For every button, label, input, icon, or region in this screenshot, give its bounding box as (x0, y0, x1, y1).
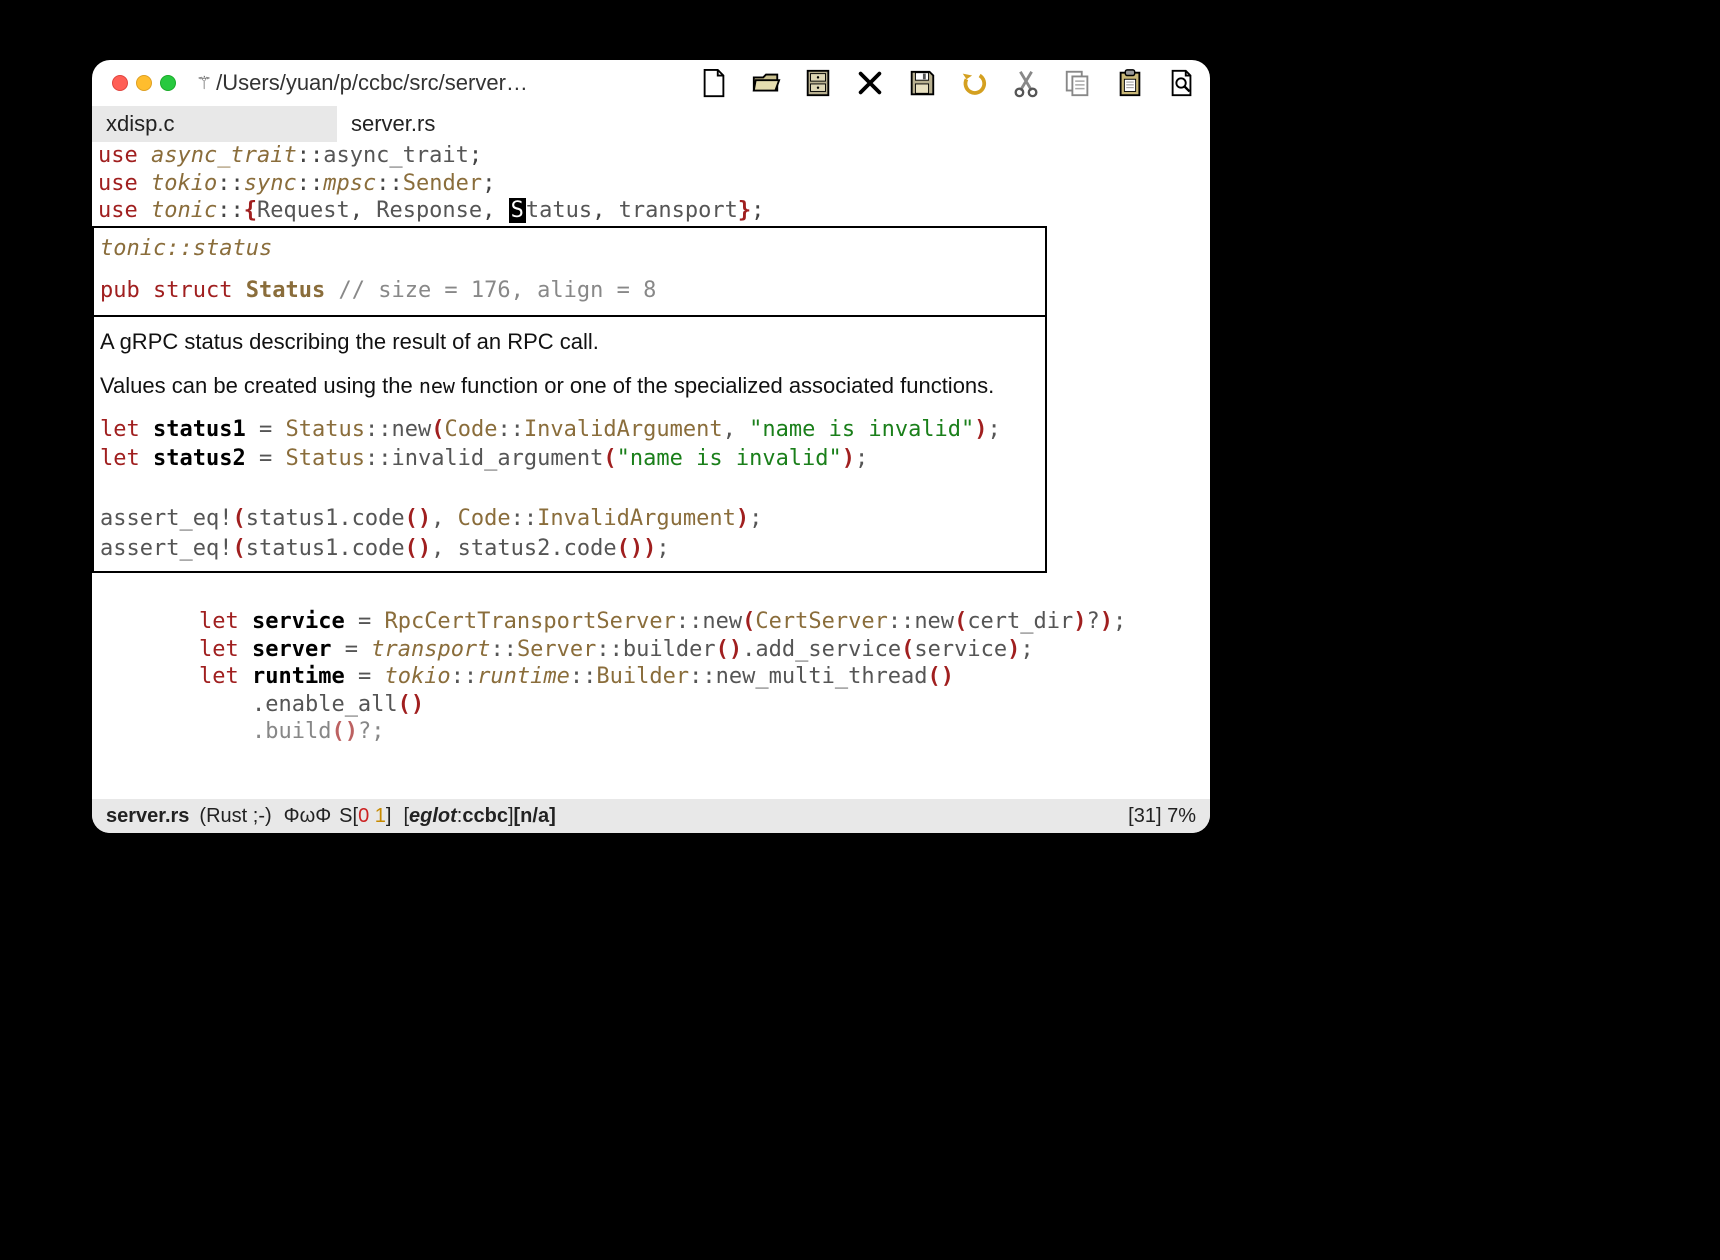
titlebar: ⚚ /Users/yuan/p/ccbc/src/server… (92, 60, 1210, 106)
close-window-icon[interactable] (112, 75, 128, 91)
code-below-tooltip: let service = RpcCertTransportServer::ne… (92, 608, 1210, 746)
save-button[interactable] (906, 67, 938, 99)
tab-xdisp[interactable]: xdisp.c (92, 106, 337, 142)
status-na: [n/a] (514, 805, 556, 828)
copy-button[interactable] (1062, 67, 1094, 99)
close-icon (855, 68, 885, 98)
status-position: [31] 7% (1128, 805, 1196, 828)
paste-icon (1115, 68, 1145, 98)
toolbar (698, 67, 1198, 99)
tab-server[interactable]: server.rs (337, 106, 449, 142)
text-cursor: S (509, 198, 526, 223)
hover-doc-popup: tonic::status pub struct Status // size … (92, 226, 1047, 573)
paste-button[interactable] (1114, 67, 1146, 99)
hover-module-path: tonic::status (100, 234, 1039, 264)
code-line-3: use tonic::{Request, Response, Status, t… (92, 197, 1210, 225)
tab-bar: xdisp.c server.rs (92, 106, 1210, 142)
undo-icon (959, 68, 989, 98)
search-button[interactable] (1166, 67, 1198, 99)
hover-example: let status1 = Status::new(Code::InvalidA… (100, 415, 1039, 563)
window-title: ⚚ /Users/yuan/p/ccbc/src/server… (196, 70, 528, 96)
flycheck-counts: S[0 1] (339, 805, 391, 828)
search-icon (1167, 68, 1197, 98)
status-major-mode: (Rust ;-) (199, 805, 271, 828)
status-filename: server.rs (106, 805, 189, 828)
code-line-1: use async_trait::async_trait; (92, 142, 1210, 170)
new-file-icon (699, 68, 729, 98)
eglot-indicator: [eglot:ccbc] (403, 805, 513, 828)
minimize-window-icon[interactable] (136, 75, 152, 91)
cut-button[interactable] (1010, 67, 1042, 99)
open-folder-icon (751, 68, 781, 98)
hover-divider (94, 315, 1045, 317)
code-line-2: use tokio::sync::mpsc::Sender; (92, 170, 1210, 198)
zoom-window-icon[interactable] (160, 75, 176, 91)
close-button[interactable] (854, 67, 886, 99)
cut-icon (1011, 68, 1041, 98)
hover-doc-line-2: Values can be created using the new func… (100, 371, 1039, 401)
new-file-button[interactable] (698, 67, 730, 99)
save-icon (907, 68, 937, 98)
hover-doc-line-1: A gRPC status describing the result of a… (100, 327, 1039, 357)
copy-icon (1063, 68, 1093, 98)
hover-signature: pub struct Status // size = 176, align =… (100, 276, 1039, 306)
flycheck-indicator: ΦωΦ (284, 805, 332, 828)
open-button[interactable] (750, 67, 782, 99)
window-controls (112, 75, 176, 91)
title-path: /Users/yuan/p/ccbc/src/server… (216, 70, 528, 96)
mode-line: server.rs (Rust ;-) ΦωΦ S[0 1] [eglot:cc… (92, 799, 1210, 833)
dired-icon (803, 68, 833, 98)
vcs-icon: ⚚ (196, 73, 212, 94)
undo-button[interactable] (958, 67, 990, 99)
editor-area[interactable]: use async_trait::async_trait; use tokio:… (92, 142, 1210, 799)
editor-window: ⚚ /Users/yuan/p/ccbc/src/server… (92, 60, 1210, 833)
dired-button[interactable] (802, 67, 834, 99)
